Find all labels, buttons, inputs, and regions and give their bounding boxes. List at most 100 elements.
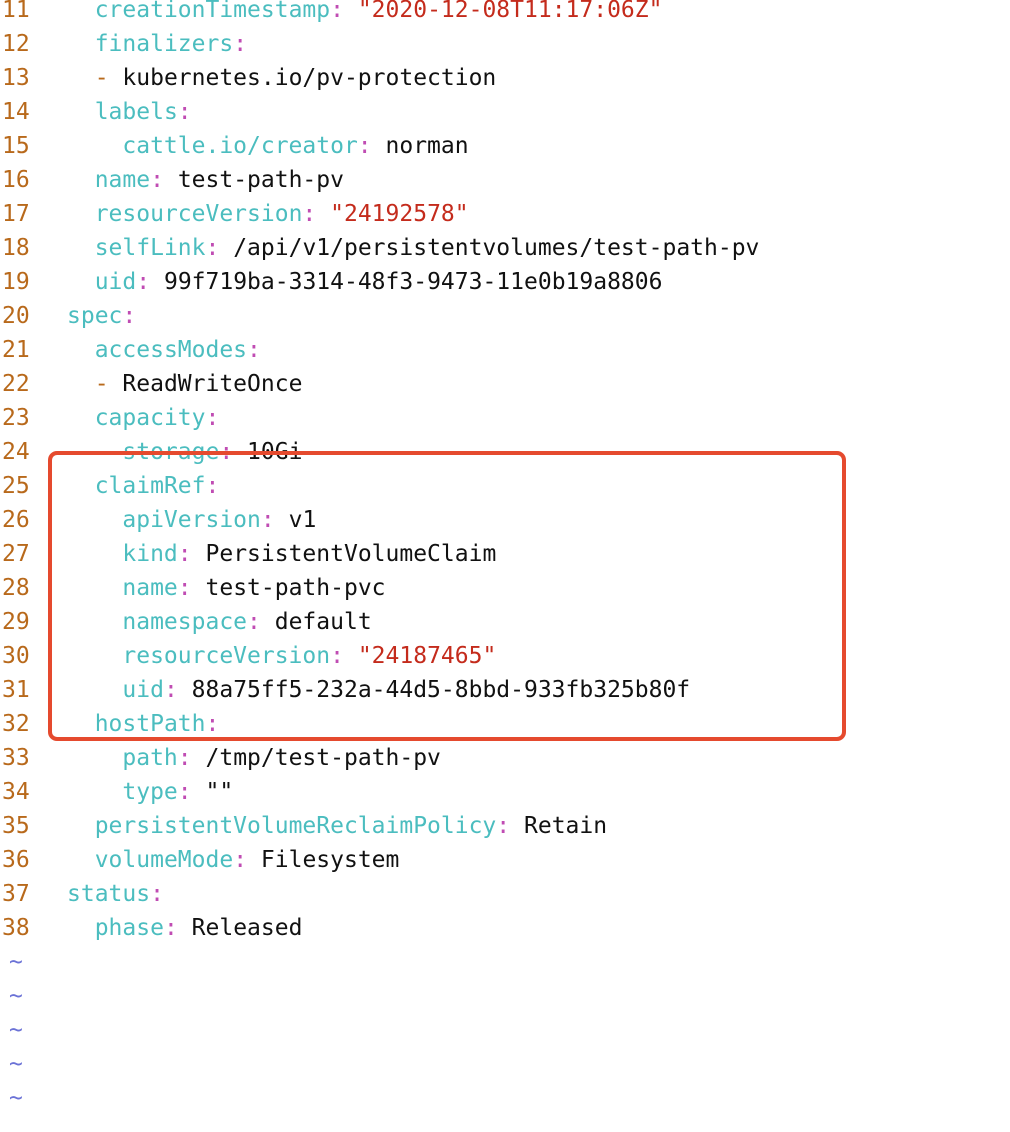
- line-code: name: test-path-pv: [67, 163, 344, 197]
- yaml-key: namespace: [122, 609, 248, 635]
- yaml-colon: :: [247, 609, 261, 635]
- line-code: name: test-path-pvc: [67, 571, 386, 605]
- yaml-value: "2020-12-08T11:17:06Z": [357, 0, 663, 23]
- code-line[interactable]: 17 resourceVersion: "24192578": [0, 197, 1010, 231]
- code-line[interactable]: 27 kind: PersistentVolumeClaim: [0, 537, 1010, 571]
- line-code: claimRef:: [67, 469, 220, 503]
- code-line[interactable]: 35 persistentVolumeReclaimPolicy: Retain: [0, 809, 1010, 843]
- code-line[interactable]: 31 uid: 88a75ff5-232a-44d5-8bbd-933fb325…: [0, 673, 1010, 707]
- yaml-value: Released: [191, 915, 303, 941]
- code-line[interactable]: 12 finalizers:: [0, 27, 1010, 61]
- code-line[interactable]: 32 hostPath:: [0, 707, 1010, 741]
- line-code: phase: Released: [67, 911, 303, 945]
- line-code: kind: PersistentVolumeClaim: [67, 537, 496, 571]
- yaml-colon: :: [136, 269, 151, 295]
- yaml-colon: :: [302, 201, 317, 227]
- code-line[interactable]: 29 namespace: default: [0, 605, 1010, 639]
- line-number: 33: [2, 745, 30, 771]
- line-code: uid: 88a75ff5-232a-44d5-8bbd-933fb325b80…: [67, 673, 690, 707]
- code-line[interactable]: 16 name: test-path-pv: [0, 163, 1010, 197]
- yaml-key: name: [122, 575, 178, 601]
- code-line[interactable]: 37 status:: [0, 877, 1010, 911]
- yaml-colon: :: [219, 439, 234, 465]
- code-line[interactable]: 21 accessModes:: [0, 333, 1010, 367]
- code-line[interactable]: 20 spec:: [0, 299, 1010, 333]
- line-code: - kubernetes.io/pv-protection: [67, 61, 497, 95]
- yaml-key: status: [67, 881, 151, 907]
- yaml-value: Retain: [524, 813, 608, 839]
- yaml-colon: :: [205, 405, 220, 431]
- yaml-editor[interactable]: 11 creationTimestamp: "2020-12-08T11:17:…: [0, 0, 1010, 1115]
- code-line[interactable]: 22 - ReadWriteOnce: [0, 367, 1010, 401]
- yaml-colon: :: [163, 915, 178, 941]
- yaml-colon: :: [260, 507, 275, 533]
- yaml-value: kubernetes.io/pv-protection: [122, 65, 497, 91]
- yaml-colon: :: [330, 643, 344, 669]
- yaml-value: test-path-pvc: [205, 575, 386, 601]
- line-code: resourceVersion: "24192578": [67, 197, 469, 231]
- code-line[interactable]: 28 name: test-path-pvc: [0, 571, 1010, 605]
- line-code: selfLink: /api/v1/persistentvolumes/test…: [67, 231, 760, 265]
- code-line[interactable]: 25 claimRef:: [0, 469, 1010, 503]
- yaml-key: creationTimestamp: [94, 0, 331, 23]
- yaml-colon: :: [177, 99, 192, 125]
- code-line[interactable]: 14 labels:: [0, 95, 1010, 129]
- code-line[interactable]: 15 cattle.io/creator: norman: [0, 129, 1010, 163]
- code-line[interactable]: 13 - kubernetes.io/pv-protection: [0, 61, 1010, 95]
- line-code: finalizers:: [67, 27, 247, 61]
- yaml-value: /api/v1/persistentvolumes/test-path-pv: [233, 235, 760, 261]
- line-number: 35: [2, 813, 30, 839]
- code-line[interactable]: 33 path: /tmp/test-path-pv: [0, 741, 1010, 775]
- line-number: 36: [2, 847, 30, 873]
- yaml-key: finalizers: [94, 31, 234, 57]
- yaml-colon: :: [330, 0, 344, 23]
- yaml-key: kind: [122, 541, 178, 567]
- line-code: uid: 99f719ba-3314-48f3-9473-11e0b19a880…: [67, 265, 663, 299]
- code-line[interactable]: 26 apiVersion: v1: [0, 503, 1010, 537]
- code-lines: 11 creationTimestamp: "2020-12-08T11:17:…: [0, 0, 1010, 945]
- code-line[interactable]: 18 selfLink: /api/v1/persistentvolumes/t…: [0, 231, 1010, 265]
- yaml-value: default: [274, 609, 372, 635]
- yaml-value: /tmp/test-path-pv: [205, 745, 441, 771]
- code-line[interactable]: 30 resourceVersion: "24187465": [0, 639, 1010, 673]
- code-line[interactable]: 34 type: "": [0, 775, 1010, 809]
- line-code: namespace: default: [67, 605, 372, 639]
- yaml-colon: :: [233, 31, 248, 57]
- code-line[interactable]: 36 volumeMode: Filesystem: [0, 843, 1010, 877]
- line-number: 21: [2, 337, 30, 363]
- yaml-value: "24187465": [357, 643, 497, 669]
- yaml-key: resourceVersion: [122, 643, 331, 669]
- empty-line-tilde: ~: [9, 1085, 23, 1111]
- yaml-key: uid: [122, 677, 164, 703]
- code-line[interactable]: 23 capacity:: [0, 401, 1010, 435]
- yaml-colon: :: [357, 133, 372, 159]
- yaml-key: cattle.io/creator: [122, 133, 358, 159]
- code-line[interactable]: 38 phase: Released: [0, 911, 1010, 945]
- yaml-key: accessModes: [94, 337, 248, 363]
- code-line[interactable]: 19 uid: 99f719ba-3314-48f3-9473-11e0b19a…: [0, 265, 1010, 299]
- yaml-value: 99f719ba-3314-48f3-9473-11e0b19a8806: [163, 269, 663, 295]
- code-line[interactable]: 11 creationTimestamp: "2020-12-08T11:17:…: [0, 0, 1010, 27]
- line-number: 11: [2, 0, 30, 23]
- yaml-key: labels: [94, 99, 178, 125]
- line-code: persistentVolumeReclaimPolicy: Retain: [67, 809, 607, 843]
- line-number: 14: [2, 99, 30, 125]
- code-line[interactable]: 24 storage: 10Gi: [0, 435, 1010, 469]
- line-code: cattle.io/creator: norman: [67, 129, 468, 163]
- line-code: path: /tmp/test-path-pv: [67, 741, 441, 775]
- line-number: 37: [2, 881, 30, 907]
